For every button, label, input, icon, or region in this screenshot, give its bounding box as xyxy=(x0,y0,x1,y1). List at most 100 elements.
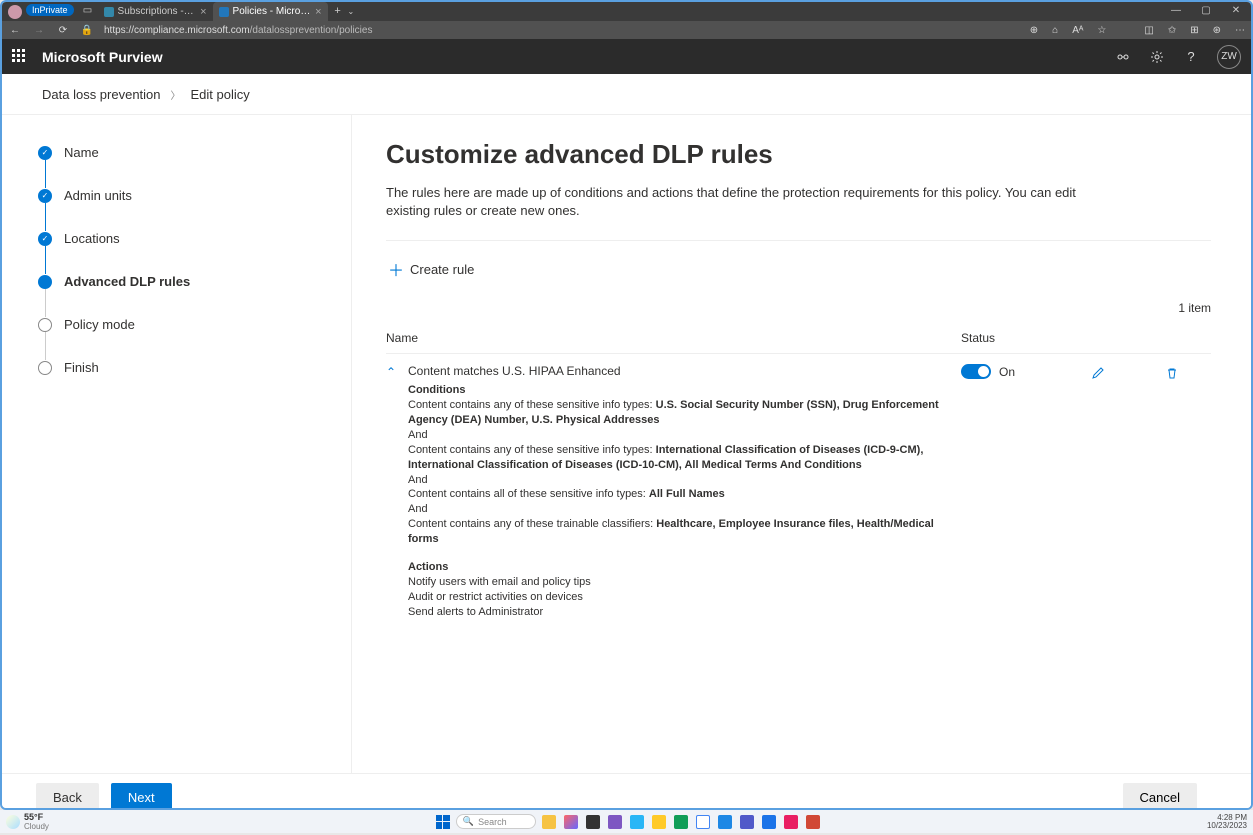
taskbar-app-icon[interactable] xyxy=(740,815,754,829)
taskbar-app-icon[interactable] xyxy=(542,815,556,829)
weather-icon xyxy=(6,815,20,829)
wizard-footer: Back Next Cancel xyxy=(2,773,1251,810)
wizard-step-admin-units[interactable]: ✓Admin units xyxy=(38,188,341,203)
table-header: Name Status xyxy=(386,323,1211,354)
cancel-button[interactable]: Cancel xyxy=(1123,783,1197,810)
favicon-icon xyxy=(219,7,229,17)
current-step-icon xyxy=(38,275,52,289)
favorites-bar-icon[interactable]: ✩ xyxy=(1168,25,1176,36)
shopping-icon[interactable]: ⌂ xyxy=(1052,25,1058,36)
app-header: Microsoft Purview ? ZW xyxy=(2,39,1251,74)
close-tab-icon[interactable]: × xyxy=(200,6,206,18)
check-icon: ✓ xyxy=(38,146,52,160)
zoom-icon[interactable]: ⊕ xyxy=(1030,25,1038,36)
taskbar-app-icon[interactable] xyxy=(564,815,578,829)
address-bar[interactable]: https://compliance.microsoft.com/datalos… xyxy=(104,25,372,36)
column-header-status: Status xyxy=(961,331,1091,345)
taskbar-app-icon[interactable] xyxy=(762,815,776,829)
tab-list-dropdown-icon[interactable]: ⌄ xyxy=(348,2,362,21)
app-launcher-icon[interactable] xyxy=(12,49,28,65)
edit-pencil-icon[interactable] xyxy=(1091,366,1105,380)
pending-step-icon xyxy=(38,361,52,375)
item-count: 1 item xyxy=(386,301,1211,315)
plus-icon: ＋ xyxy=(388,257,402,281)
back-button[interactable]: Back xyxy=(36,783,99,810)
start-button[interactable] xyxy=(436,815,450,829)
page-description: The rules here are made up of conditions… xyxy=(386,184,1106,220)
read-aloud-icon[interactable]: Aᴬ xyxy=(1072,25,1083,36)
back-button[interactable]: ← xyxy=(8,25,22,36)
chevron-up-icon[interactable]: ⌃ xyxy=(386,364,408,379)
help-icon[interactable]: ? xyxy=(1183,49,1199,65)
favicon-icon xyxy=(104,7,114,17)
search-icon: 🔍 xyxy=(463,816,474,827)
breadcrumb: Data loss prevention 〉 Edit policy xyxy=(2,74,1251,115)
extensions-icon[interactable]: ⊛ xyxy=(1213,25,1221,36)
refresh-button[interactable]: ⟳ xyxy=(56,25,70,36)
tab-title: Subscriptions - Microsoft 365 a... xyxy=(118,6,197,17)
site-info-lock-icon[interactable]: 🔒 xyxy=(80,25,94,36)
create-rule-button[interactable]: ＋ Create rule xyxy=(386,251,1211,287)
taskbar-app-icon[interactable] xyxy=(718,815,732,829)
rule-name: Content matches U.S. HIPAA Enhanced xyxy=(408,364,941,378)
wizard-step-name[interactable]: ✓Name xyxy=(38,145,341,160)
taskbar-app-icon[interactable] xyxy=(586,815,600,829)
next-button[interactable]: Next xyxy=(111,783,172,810)
browser-chrome: InPrivate ▭ Subscriptions - Microsoft 36… xyxy=(2,2,1251,39)
breadcrumb-item[interactable]: Data loss prevention xyxy=(42,87,161,102)
app-title: Microsoft Purview xyxy=(42,49,163,65)
rule-row: ⌃ Content matches U.S. HIPAA Enhanced Co… xyxy=(386,354,1211,625)
settings-gear-icon[interactable] xyxy=(1149,49,1165,65)
condition-connector: And xyxy=(408,473,941,488)
weather-widget[interactable]: 55°F Cloudy xyxy=(6,812,49,831)
maximize-button[interactable]: ▢ xyxy=(1191,2,1221,21)
wizard-step-locations[interactable]: ✓Locations xyxy=(38,231,341,246)
chevron-right-icon: 〉 xyxy=(171,87,181,102)
taskbar-app-icon[interactable] xyxy=(806,815,820,829)
browser-tab[interactable]: Subscriptions - Microsoft 365 a... × xyxy=(98,2,213,21)
taskbar-app-icon[interactable] xyxy=(652,815,666,829)
wizard-step-policy-mode[interactable]: Policy mode xyxy=(38,317,341,332)
trial-icon[interactable] xyxy=(1115,49,1131,65)
check-icon: ✓ xyxy=(38,232,52,246)
taskbar-app-icon[interactable] xyxy=(674,815,688,829)
profile-avatar-icon[interactable] xyxy=(8,5,22,19)
action-line: Notify users with email and policy tips xyxy=(408,575,941,590)
browser-tab[interactable]: Policies - Microsoft Purview × xyxy=(213,2,328,21)
action-line: Audit or restrict activities on devices xyxy=(408,590,941,605)
conditions-heading: Conditions xyxy=(408,384,941,396)
condition-line: Content contains all of these sensitive … xyxy=(408,487,941,502)
close-window-button[interactable]: ✕ xyxy=(1221,2,1251,21)
system-tray-clock[interactable]: 4:28 PM 10/23/2023 xyxy=(1207,814,1247,830)
condition-line: Content contains any of these sensitive … xyxy=(408,398,941,428)
wizard-nav: ✓Name ✓Admin units ✓Locations Advanced D… xyxy=(2,115,352,773)
more-icon[interactable]: ⋯ xyxy=(1235,25,1245,36)
wizard-step-advanced-rules[interactable]: Advanced DLP rules xyxy=(38,274,341,289)
wizard-step-finish[interactable]: Finish xyxy=(38,360,341,375)
new-tab-button[interactable]: + xyxy=(328,2,348,21)
breadcrumb-item: Edit policy xyxy=(191,87,250,102)
pending-step-icon xyxy=(38,318,52,332)
favorite-icon[interactable]: ☆ xyxy=(1097,25,1106,36)
condition-line: Content contains any of these sensitive … xyxy=(408,443,941,473)
close-tab-icon[interactable]: × xyxy=(315,6,321,18)
delete-trash-icon[interactable] xyxy=(1165,366,1179,380)
inprivate-badge: InPrivate xyxy=(26,4,74,16)
column-header-name: Name xyxy=(386,331,961,345)
action-line: Send alerts to Administrator xyxy=(408,605,941,620)
split-screen-icon[interactable]: ◫ xyxy=(1144,25,1153,36)
taskbar-app-icon[interactable] xyxy=(784,815,798,829)
check-icon: ✓ xyxy=(38,189,52,203)
user-avatar[interactable]: ZW xyxy=(1217,45,1241,69)
taskbar-app-icon[interactable] xyxy=(630,815,644,829)
minimize-button[interactable]: ― xyxy=(1161,2,1191,21)
condition-connector: And xyxy=(408,428,941,443)
taskbar-app-icon[interactable] xyxy=(608,815,622,829)
collections-icon[interactable]: ⊞ xyxy=(1190,25,1198,36)
taskbar-search[interactable]: 🔍 Search xyxy=(456,814,536,829)
taskbar-app-icon[interactable] xyxy=(696,815,710,829)
page-title: Customize advanced DLP rules xyxy=(386,139,1211,170)
status-label: On xyxy=(999,365,1015,379)
tab-actions-icon[interactable]: ▭ xyxy=(78,2,98,21)
status-toggle[interactable] xyxy=(961,364,991,379)
